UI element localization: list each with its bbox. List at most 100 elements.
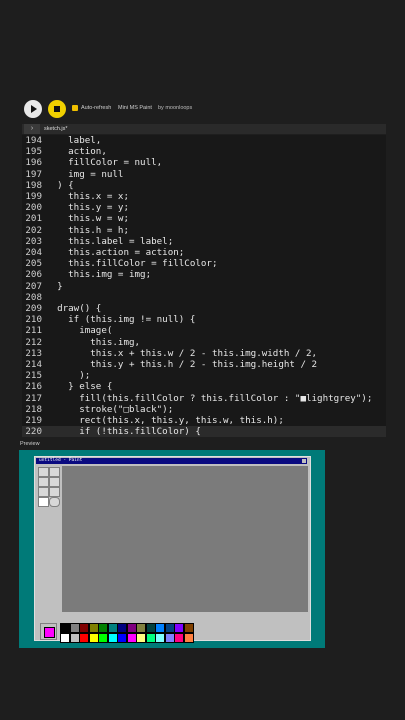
- line-number: 204: [25, 247, 42, 258]
- color-swatch[interactable]: [155, 632, 165, 643]
- color-swatch[interactable]: [183, 632, 194, 643]
- color-swatch[interactable]: [98, 632, 108, 643]
- code-line[interactable]: 215 );: [22, 370, 386, 381]
- color-swatch[interactable]: [60, 623, 70, 633]
- code-text: rect(this.x, this.y, this.w, this.h);: [46, 415, 284, 426]
- color-swatch[interactable]: [183, 623, 194, 633]
- color-swatch[interactable]: [136, 623, 146, 633]
- code-text: label,: [46, 135, 102, 146]
- line-number: 218: [25, 403, 42, 415]
- code-line[interactable]: 198 ) {: [22, 180, 386, 191]
- preview-pane: untitled - Paint: [19, 450, 325, 648]
- code-line[interactable]: 197 img = null: [22, 169, 386, 180]
- color-swatch[interactable]: [145, 623, 156, 633]
- code-text: this.w = w;: [46, 213, 129, 225]
- color-swatch[interactable]: [60, 632, 70, 643]
- rectangle-tool-icon[interactable]: [38, 497, 49, 507]
- byline[interactable]: by moonloops: [158, 105, 192, 111]
- select-tool-icon[interactable]: [38, 467, 49, 477]
- line-number: 215: [25, 370, 42, 382]
- code-line[interactable]: 202 this.h = h;: [22, 225, 386, 236]
- line-number: 202: [25, 224, 42, 236]
- code-line[interactable]: 200 this.y = y;: [22, 202, 386, 213]
- color-swatch[interactable]: [69, 632, 80, 643]
- file-tabbar: › sketch.js*: [22, 124, 386, 134]
- fill-tool-icon[interactable]: [49, 467, 60, 477]
- color-swatch[interactable]: [126, 632, 137, 643]
- code-line[interactable]: 220 if (!this.fillColor) {: [22, 426, 386, 437]
- code-line[interactable]: 194 label,: [22, 135, 386, 146]
- line-number: 199: [25, 191, 42, 202]
- color-swatch[interactable]: [88, 623, 99, 633]
- sketch-title[interactable]: Mini MS Paint: [118, 105, 152, 111]
- color-swatch[interactable]: [145, 632, 156, 643]
- line-number: 194: [25, 135, 42, 146]
- code-text: } else {: [46, 381, 113, 393]
- code-line[interactable]: 195 action,: [22, 146, 386, 157]
- code-line[interactable]: 218 stroke("□black");: [22, 404, 386, 415]
- color-swatch[interactable]: [136, 632, 146, 643]
- code-line[interactable]: 205 this.fillColor = fillColor;: [22, 258, 386, 269]
- code-line[interactable]: 196 fillColor = null,: [22, 157, 386, 168]
- code-line[interactable]: 213 this.x + this.w / 2 - this.img.width…: [22, 348, 386, 359]
- line-number: 209: [25, 303, 42, 314]
- code-text: this.h = h;: [46, 224, 129, 236]
- color-swatch[interactable]: [79, 623, 89, 633]
- color-swatch[interactable]: [88, 632, 99, 643]
- code-line[interactable]: 210 if (this.img != null) {: [22, 314, 386, 325]
- color-swatch[interactable]: [79, 632, 89, 643]
- code-editor[interactable]: 194 label, 195 action, 196 fillColor = nul…: [22, 135, 386, 437]
- color-swatch[interactable]: [164, 623, 175, 633]
- code-line[interactable]: 203 this.label = label;: [22, 236, 386, 247]
- color-swatch[interactable]: [69, 623, 80, 633]
- pencil-tool-icon[interactable]: [38, 477, 49, 487]
- code-line[interactable]: 212 this.img,: [22, 337, 386, 348]
- tab-sketch-js[interactable]: sketch.js*: [44, 124, 68, 134]
- line-number: 212: [25, 336, 42, 348]
- code-line[interactable]: 208: [22, 292, 386, 303]
- eyedropper-tool-icon[interactable]: [38, 487, 49, 497]
- color-swatch[interactable]: [98, 623, 108, 633]
- code-line[interactable]: 217 fill(this.fillColor ? this.fillColor…: [22, 393, 386, 404]
- line-number: 197: [25, 168, 42, 180]
- ellipse-tool-icon[interactable]: [49, 497, 60, 507]
- line-number: 219: [25, 415, 42, 426]
- line-number: 220: [25, 426, 42, 437]
- code-line[interactable]: 216 } else {: [22, 381, 386, 392]
- code-line[interactable]: 214 this.y + this.h / 2 - this.img.heigh…: [22, 359, 386, 370]
- code-line[interactable]: 211 image(: [22, 325, 386, 336]
- line-number: 206: [25, 269, 42, 281]
- code-line[interactable]: 201 this.w = w;: [22, 213, 386, 224]
- current-color-box: [40, 623, 57, 640]
- color-swatch[interactable]: [117, 623, 127, 633]
- expand-sidebar-button[interactable]: ›: [24, 124, 40, 134]
- brush-tool-icon[interactable]: [49, 477, 60, 487]
- color-swatch[interactable]: [174, 632, 184, 643]
- color-swatch[interactable]: [126, 623, 137, 633]
- color-swatch[interactable]: [107, 623, 118, 633]
- checkbox-icon[interactable]: [72, 105, 78, 111]
- color-swatch[interactable]: [155, 623, 165, 633]
- code-text: this.x + this.w / 2 - this.img.width / 2…: [46, 347, 318, 359]
- code-text: this.label = label;: [46, 235, 174, 247]
- drawing-canvas[interactable]: [62, 466, 308, 612]
- close-icon[interactable]: [302, 459, 306, 463]
- autorefresh-toggle[interactable]: Auto-refresh: [72, 105, 111, 111]
- color-swatch[interactable]: [174, 623, 184, 633]
- code-line[interactable]: 209 draw() {: [22, 303, 386, 314]
- code-line[interactable]: 204 this.action = action;: [22, 247, 386, 258]
- code-text: action,: [46, 146, 107, 158]
- line-tool-icon[interactable]: [49, 487, 60, 497]
- code-line[interactable]: 206 this.img = img;: [22, 269, 386, 280]
- paint-titlebar[interactable]: untitled - Paint: [36, 458, 307, 464]
- color-swatch[interactable]: [164, 632, 175, 643]
- code-line[interactable]: 207 }: [22, 281, 386, 292]
- color-swatch[interactable]: [117, 632, 127, 643]
- stop-button[interactable]: [48, 100, 66, 118]
- tool-palette: [38, 467, 62, 512]
- play-button[interactable]: [24, 100, 42, 118]
- code-line[interactable]: 219 rect(this.x, this.y, this.w, this.h)…: [22, 415, 386, 426]
- paint-window: untitled - Paint: [34, 456, 311, 643]
- code-line[interactable]: 199 this.x = x;: [22, 191, 386, 202]
- color-swatch[interactable]: [107, 632, 118, 643]
